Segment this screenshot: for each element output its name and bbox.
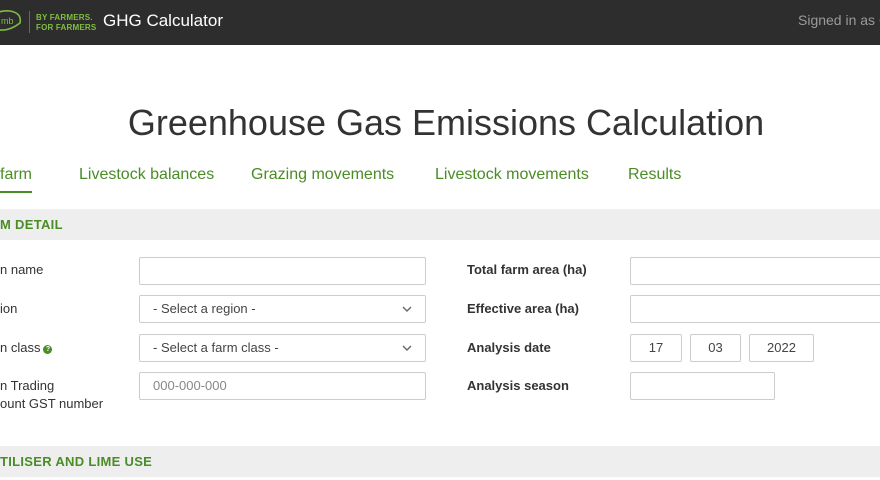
section-title: TILISER AND LIME USE bbox=[0, 454, 153, 469]
tagline-line-2: FOR FARMERS bbox=[36, 23, 97, 32]
total-farm-area-input[interactable] bbox=[630, 257, 880, 285]
gst-number-input[interactable]: 000-000-000 bbox=[139, 372, 426, 400]
tab-farm[interactable]: farm bbox=[0, 165, 32, 193]
tab-results[interactable]: Results bbox=[628, 165, 681, 185]
analysis-season-label: Analysis season bbox=[467, 378, 569, 393]
signed-in-status[interactable]: Signed in as C bbox=[798, 11, 880, 29]
farm-class-select[interactable]: - Select a farm class - bbox=[139, 334, 426, 362]
app-title[interactable]: GHG Calculator bbox=[103, 10, 223, 32]
analysis-date-day-input[interactable]: 17 bbox=[630, 334, 682, 362]
farm-class-label: n class? bbox=[0, 339, 53, 357]
gst-number-label: n Trading ount GST number bbox=[0, 377, 103, 413]
region-label: ion bbox=[0, 301, 18, 316]
section-title: M DETAIL bbox=[0, 217, 63, 232]
tab-livestock-balances[interactable]: Livestock balances bbox=[79, 165, 214, 185]
brand-tagline: BY FARMERS. FOR FARMERS bbox=[36, 13, 96, 33]
chevron-down-icon bbox=[402, 306, 412, 312]
analysis-date-year-input[interactable]: 2022 bbox=[749, 334, 814, 362]
gst-label-line-2: ount GST number bbox=[0, 396, 104, 411]
farm-name-input[interactable] bbox=[139, 257, 426, 285]
logo-divider bbox=[29, 11, 30, 33]
logo-text: mb bbox=[1, 16, 14, 26]
help-icon[interactable]: ? bbox=[43, 345, 53, 354]
gst-label-line-1: n Trading bbox=[0, 378, 55, 393]
top-bar: mb BY FARMERS. FOR FARMERS GHG Calculato… bbox=[0, 0, 880, 45]
logo-mark-icon: mb bbox=[0, 10, 22, 31]
farm-detail-section-header: M DETAIL bbox=[0, 209, 880, 240]
farm-class-selected-value: - Select a farm class - bbox=[153, 340, 279, 355]
effective-area-input[interactable] bbox=[630, 295, 880, 323]
farm-name-label: n name bbox=[0, 262, 44, 277]
region-select[interactable]: - Select a region - bbox=[139, 295, 426, 323]
tab-grazing-movements[interactable]: Grazing movements bbox=[251, 165, 394, 185]
tagline-line-1: BY FARMERS. bbox=[36, 13, 93, 22]
analysis-date-label: Analysis date bbox=[467, 340, 551, 355]
region-selected-value: - Select a region - bbox=[153, 301, 256, 316]
analysis-date-month-input[interactable]: 03 bbox=[690, 334, 741, 362]
fertiliser-section-header: TILISER AND LIME USE bbox=[0, 446, 880, 477]
farm-class-label-text: n class bbox=[0, 340, 41, 355]
analysis-season-input[interactable] bbox=[630, 372, 775, 400]
chevron-down-icon bbox=[402, 345, 412, 351]
tab-livestock-movements[interactable]: Livestock movements bbox=[435, 165, 589, 185]
effective-area-label: Effective area (ha) bbox=[467, 301, 579, 316]
page-title: Greenhouse Gas Emissions Calculation bbox=[127, 102, 765, 144]
total-farm-area-label: Total farm area (ha) bbox=[467, 262, 587, 277]
brand-logo[interactable]: mb bbox=[0, 7, 24, 33]
